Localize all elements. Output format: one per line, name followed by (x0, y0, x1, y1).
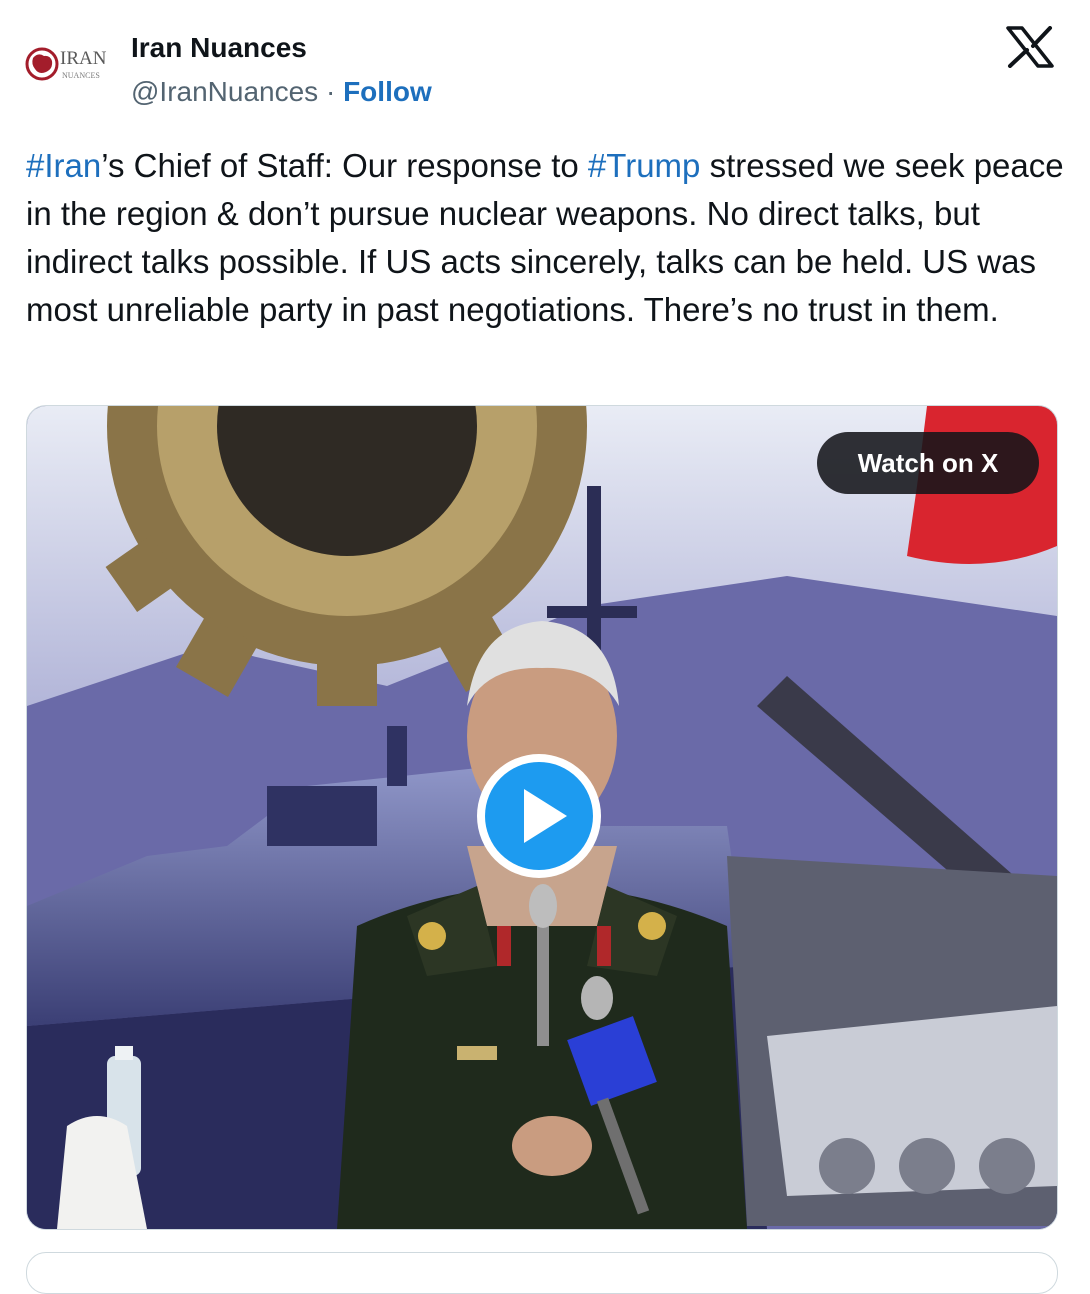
iran-nuances-logo-icon: IRAN NUANCES (25, 47, 107, 81)
svg-text:IRAN: IRAN (60, 48, 107, 69)
svg-text:NUANCES: NUANCES (62, 71, 100, 80)
author-handle[interactable]: @IranNuances (131, 76, 318, 107)
author-handle-row: @IranNuances · Follow (131, 74, 432, 110)
hashtag-trump[interactable]: #Trump (588, 147, 700, 184)
tweet-text: #Iran’s Chief of Staff: Our response to … (26, 142, 1066, 334)
next-card-edge (26, 1252, 1058, 1294)
tweet-header: IRAN NUANCES Iran Nuances @IranNuances ·… (0, 0, 1090, 120)
avatar[interactable]: IRAN NUANCES (22, 28, 122, 92)
x-logo-icon[interactable] (1006, 26, 1054, 68)
play-icon (477, 754, 601, 878)
hashtag-iran[interactable]: #Iran (26, 147, 101, 184)
play-button[interactable] (474, 751, 604, 881)
separator-dot: · (325, 76, 336, 107)
watch-on-x-button[interactable]: Watch on X (817, 432, 1039, 494)
tweet-text-part: ’s Chief of Staff: Our response to (101, 147, 588, 184)
author-display-name[interactable]: Iran Nuances (131, 30, 307, 66)
follow-button[interactable]: Follow (343, 76, 432, 107)
video-player[interactable]: Watch on X (26, 405, 1058, 1230)
